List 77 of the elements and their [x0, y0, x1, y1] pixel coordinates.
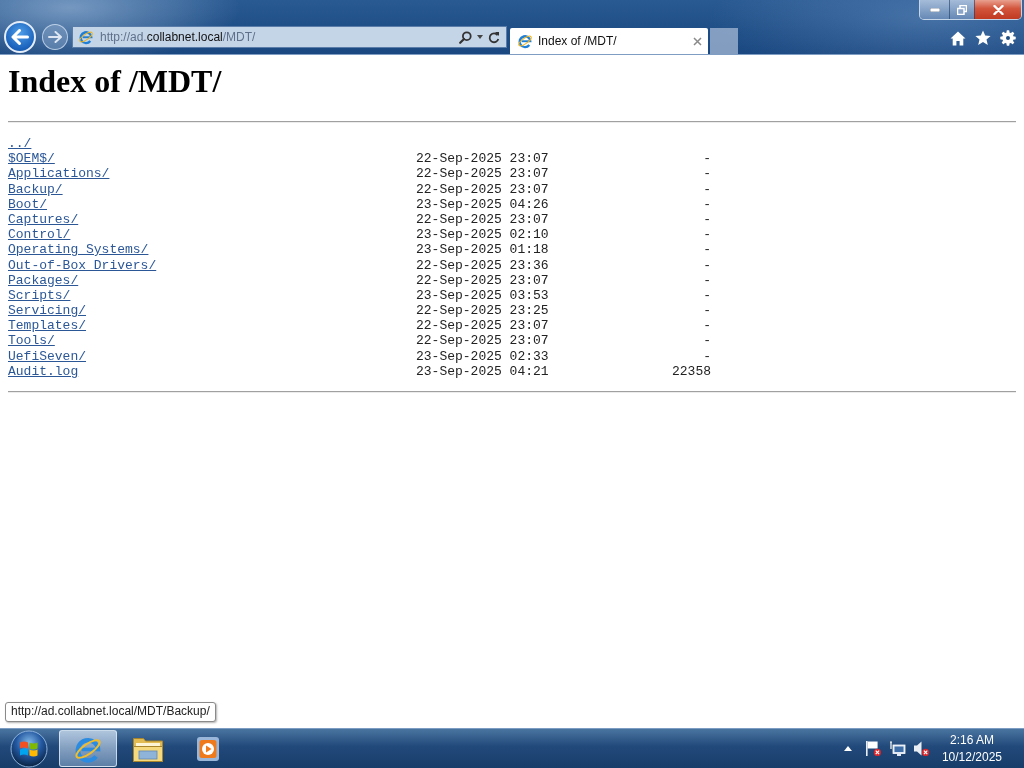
- settings-icon[interactable]: [1000, 30, 1016, 46]
- ie-logo-icon: [517, 33, 533, 49]
- modified-date: 23-Sep-2025 01:18: [416, 242, 549, 258]
- address-field[interactable]: http://ad.collabnet.local/MDT/: [100, 29, 454, 45]
- restore-icon: [957, 4, 967, 15]
- entry-link[interactable]: ../: [8, 136, 32, 152]
- speaker-icon[interactable]: [912, 740, 930, 757]
- browser-tab[interactable]: Index of /MDT/: [510, 28, 708, 54]
- file-size: -: [703, 227, 711, 243]
- back-arrow-icon: [11, 29, 29, 45]
- modified-date: 22-Sep-2025 23:07: [416, 181, 549, 197]
- file-size: -: [703, 333, 711, 349]
- minimize-button[interactable]: [920, 0, 949, 19]
- modified-date: 22-Sep-2025 23:07: [416, 151, 549, 167]
- triangle-up-icon: [843, 746, 852, 751]
- file-size: -: [703, 257, 711, 273]
- close-icon[interactable]: [693, 36, 702, 46]
- modified-date: 22-Sep-2025 23:25: [416, 303, 549, 319]
- entry-link[interactable]: Control/: [8, 227, 71, 243]
- entry-link[interactable]: Servicing/: [8, 303, 86, 319]
- media-player-icon: [196, 735, 220, 762]
- file-size: 22358: [672, 363, 711, 379]
- modified-date: 23-Sep-2025 02:10: [416, 227, 549, 243]
- forward-button[interactable]: [42, 24, 68, 50]
- entry-link[interactable]: Boot/: [8, 196, 47, 212]
- file-size: -: [703, 242, 711, 258]
- entry-link[interactable]: Audit.log: [8, 363, 79, 379]
- entry-link[interactable]: Operating Systems/: [8, 242, 149, 258]
- modified-date: 23-Sep-2025 04:21: [416, 363, 549, 379]
- link-status-tooltip: http://ad.collabnet.local/MDT/Backup/: [5, 702, 216, 722]
- close-button[interactable]: [974, 0, 1021, 19]
- entry-link[interactable]: Out-of-Box Drivers/: [8, 257, 157, 273]
- close-icon: [992, 4, 1004, 15]
- ie-logo-icon: [78, 29, 94, 45]
- entry-link[interactable]: Packages/: [8, 272, 79, 288]
- entry-link[interactable]: Captures/: [8, 211, 79, 228]
- windows-logo-icon: [10, 729, 48, 768]
- minimize-icon: [929, 7, 940, 12]
- star-icon[interactable]: [975, 30, 991, 46]
- search-icon[interactable]: [459, 30, 472, 44]
- page-heading: Index of /MDT/: [8, 63, 222, 100]
- modified-date: 23-Sep-2025 02:33: [416, 348, 549, 364]
- caret-icon[interactable]: [477, 35, 483, 39]
- clock-date: 10/12/2025: [941, 748, 1002, 766]
- entry-link[interactable]: Tools/: [8, 333, 55, 349]
- modified-date: 22-Sep-2025 23:36: [416, 257, 549, 273]
- refresh-icon[interactable]: [488, 30, 500, 44]
- entry-link[interactable]: UefiSeven/: [8, 348, 86, 364]
- clock-time: 2:16 AM: [949, 731, 994, 749]
- entry-link[interactable]: Applications/: [8, 166, 110, 182]
- file-size: -: [703, 272, 711, 288]
- entry-link[interactable]: Scripts/: [8, 287, 71, 304]
- file-size: -: [703, 151, 711, 167]
- back-button[interactable]: [4, 21, 36, 53]
- forward-arrow-icon: [48, 31, 62, 43]
- modified-date: 22-Sep-2025 23:07: [416, 318, 549, 334]
- file-size: -: [703, 181, 711, 197]
- modified-date: 22-Sep-2025 23:07: [416, 211, 549, 228]
- home-icon[interactable]: [950, 30, 966, 46]
- file-size: -: [703, 166, 711, 182]
- modified-date: 22-Sep-2025 23:07: [416, 166, 549, 182]
- file-size: -: [703, 287, 711, 304]
- entry-link[interactable]: Templates/: [8, 318, 86, 334]
- file-size: -: [703, 303, 711, 319]
- modified-date: 22-Sep-2025 23:07: [416, 333, 549, 349]
- file-size: -: [703, 318, 711, 334]
- modified-date: 22-Sep-2025 23:07: [416, 272, 549, 288]
- network-icon[interactable]: [888, 740, 906, 757]
- entry-link[interactable]: Backup/: [8, 181, 63, 197]
- file-size: -: [703, 348, 711, 364]
- modified-date: 23-Sep-2025 03:53: [416, 287, 549, 304]
- modified-date: 23-Sep-2025 04:26: [416, 196, 549, 212]
- file-size: -: [703, 196, 711, 212]
- flag-icon[interactable]: [864, 740, 882, 757]
- file-size: -: [703, 211, 711, 228]
- restore-button[interactable]: [949, 0, 974, 19]
- entry-link[interactable]: $OEM$/: [8, 151, 55, 167]
